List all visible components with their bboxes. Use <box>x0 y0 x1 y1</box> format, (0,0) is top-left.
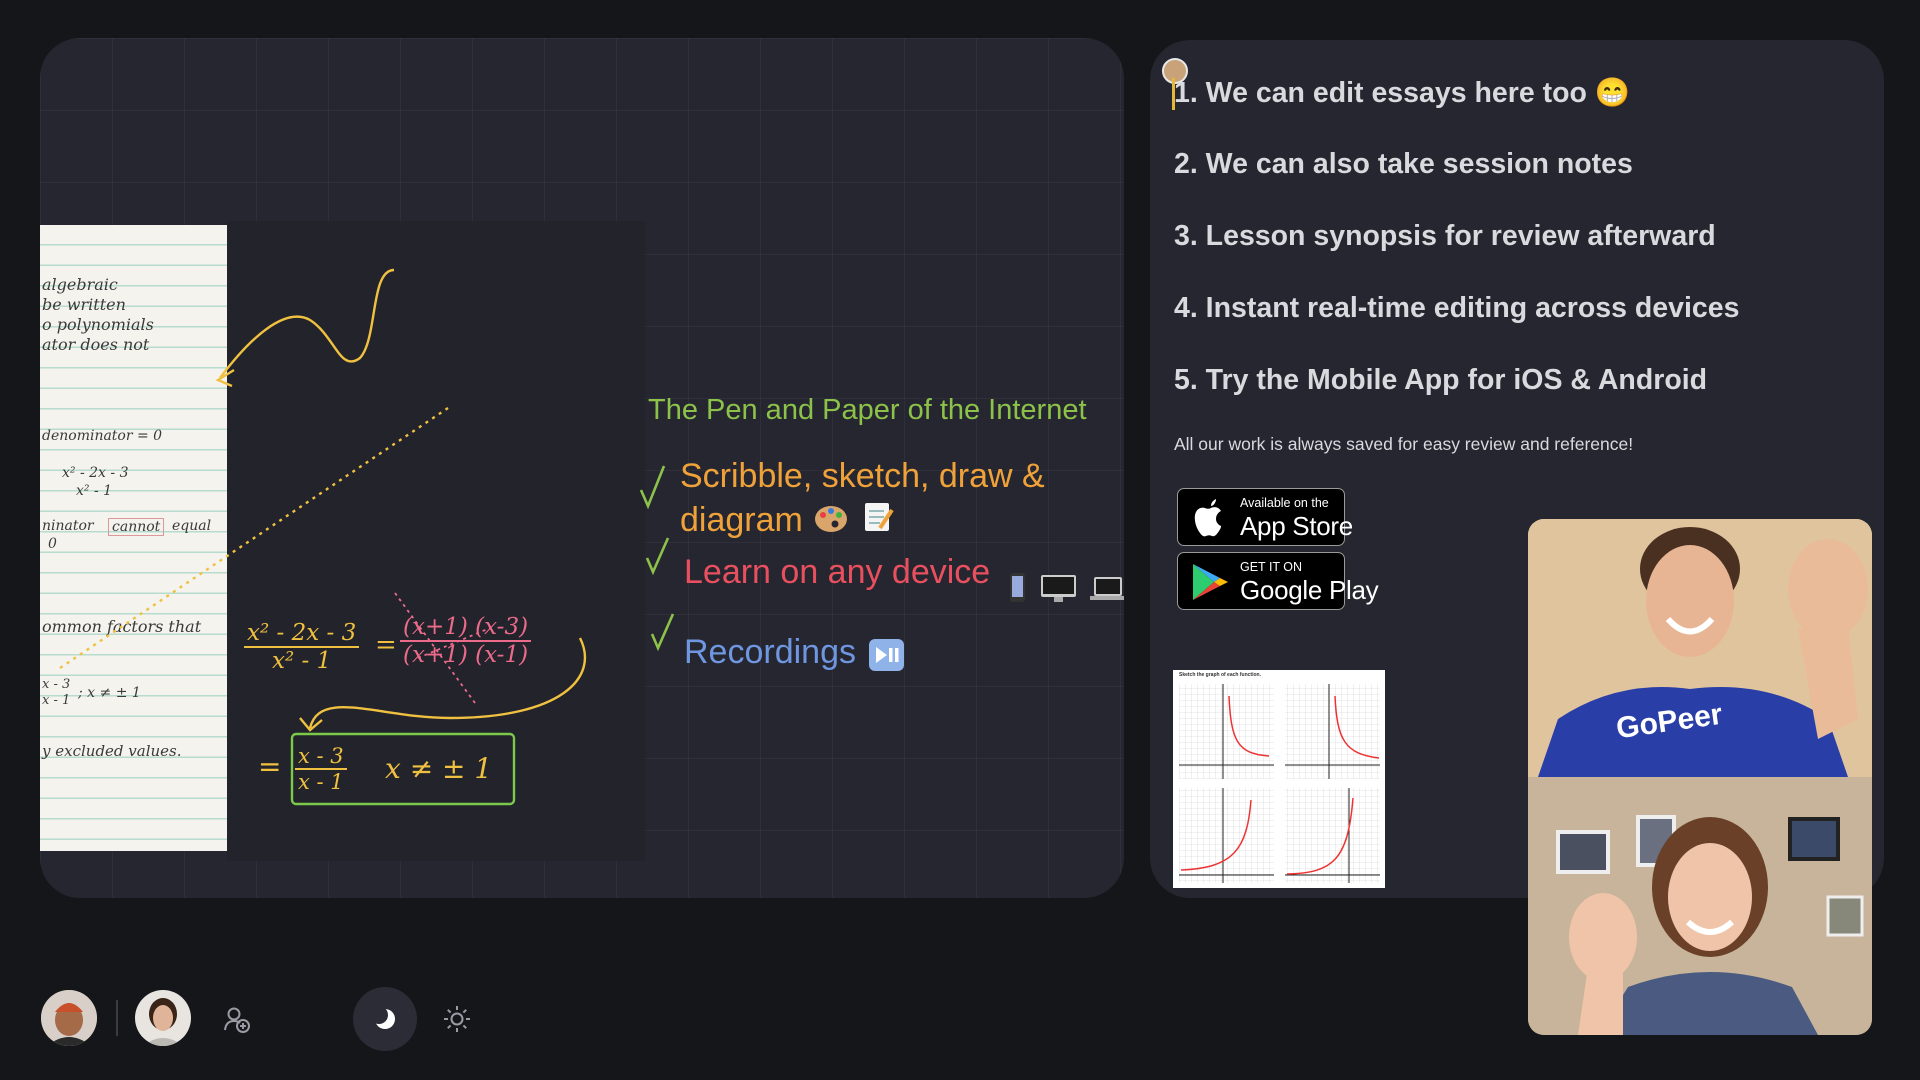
note-item-5[interactable]: 5. Try the Mobile App for iOS & Android <box>1174 364 1707 397</box>
palette-icon <box>814 504 848 539</box>
factor: (x+1) <box>403 614 468 640</box>
note-item-2[interactable]: 2. We can also take session notes <box>1174 148 1633 181</box>
add-user-icon[interactable] <box>222 1004 252 1039</box>
whiteboard-canvas[interactable]: algebraic be written o polynomials ator … <box>40 38 1124 898</box>
desktop-icon <box>1040 574 1078 609</box>
worksheet-graphs <box>1179 684 1380 883</box>
tutor-video-frame <box>1528 519 1872 777</box>
lhs-fraction: x² - 2x - 3 x² - 1 <box>244 620 360 674</box>
factored-denominator: (x+1) (x-1) <box>400 642 531 668</box>
arrow-head <box>215 368 235 388</box>
yellow-arrow-stroke <box>219 268 395 379</box>
phone-icon <box>1008 572 1028 609</box>
toolbar-divider <box>116 1000 118 1036</box>
feature-any-device: Learn on any device <box>684 553 991 591</box>
dark-mode-button[interactable] <box>353 987 417 1051</box>
video-feed-student[interactable] <box>1528 777 1872 1035</box>
google-play-badge[interactable]: GET IT ON Google Play <box>1177 552 1379 610</box>
feature-scribble-line1: Scribble, sketch, draw & <box>680 457 1045 495</box>
app-store-small-text: Available on the <box>1240 496 1329 510</box>
app-store-big-text: App Store <box>1240 511 1353 541</box>
play-pause-icon <box>868 638 906 677</box>
note-item-1[interactable]: 1. We can edit essays here too 😁 <box>1174 76 1630 110</box>
checkmark-icon <box>637 464 667 517</box>
whiteboard-title: The Pen and Paper of the Internet <box>648 394 1087 426</box>
laptop-icon <box>1088 576 1124 607</box>
video-call-panel[interactable]: GoPeer <box>1528 519 1872 1035</box>
feature-scribble-line2: diagram <box>680 501 803 539</box>
factored-numerator: (x+1) (x-3) <box>400 614 532 642</box>
student-video-frame <box>1528 777 1872 1035</box>
factored-fraction: (x+1) (x-3) (x+1) (x-1) <box>400 614 532 668</box>
google-play-big-text: Google Play <box>1240 575 1379 605</box>
feature-recordings: Recordings <box>684 633 856 671</box>
apple-icon <box>1190 498 1228 543</box>
lhs-numerator: x² - 2x - 3 <box>244 620 360 648</box>
participant-avatar-2[interactable] <box>135 990 191 1046</box>
checkmark-icon <box>644 536 672 583</box>
checkmark-icon <box>649 612 677 659</box>
moon-icon <box>370 1006 397 1036</box>
lhs-denominator: x² - 1 <box>272 648 332 674</box>
equals-sign: = <box>375 630 397 660</box>
factor: (x-3) <box>475 614 529 640</box>
answer-numerator: x - 3 <box>295 744 347 770</box>
app-store-badge[interactable]: Available on the App Store <box>1177 488 1353 546</box>
answer-condition: x ≠ ± 1 <box>385 752 493 785</box>
google-play-small-text: GET IT ON <box>1240 560 1303 574</box>
video-feed-tutor[interactable]: GoPeer <box>1528 519 1872 777</box>
worksheet-image[interactable]: Sketch the graph of each function. <box>1173 670 1385 888</box>
note-item-4[interactable]: 4. Instant real-time editing across devi… <box>1174 292 1739 325</box>
answer-fraction: x - 3 x - 1 <box>295 744 347 794</box>
factor: (x+1) <box>403 642 468 668</box>
google-play-icon <box>1190 562 1230 607</box>
factor: (x-1) <box>475 642 529 668</box>
equals-sign: = <box>258 750 282 783</box>
memo-icon <box>862 500 894 539</box>
participant-avatar-1[interactable] <box>41 990 97 1046</box>
answer-denominator: x - 1 <box>298 770 344 794</box>
notes-caption: All our work is always saved for easy re… <box>1174 434 1634 454</box>
sun-icon[interactable] <box>443 1005 471 1038</box>
note-item-3[interactable]: 3. Lesson synopsis for review afterward <box>1174 220 1716 253</box>
